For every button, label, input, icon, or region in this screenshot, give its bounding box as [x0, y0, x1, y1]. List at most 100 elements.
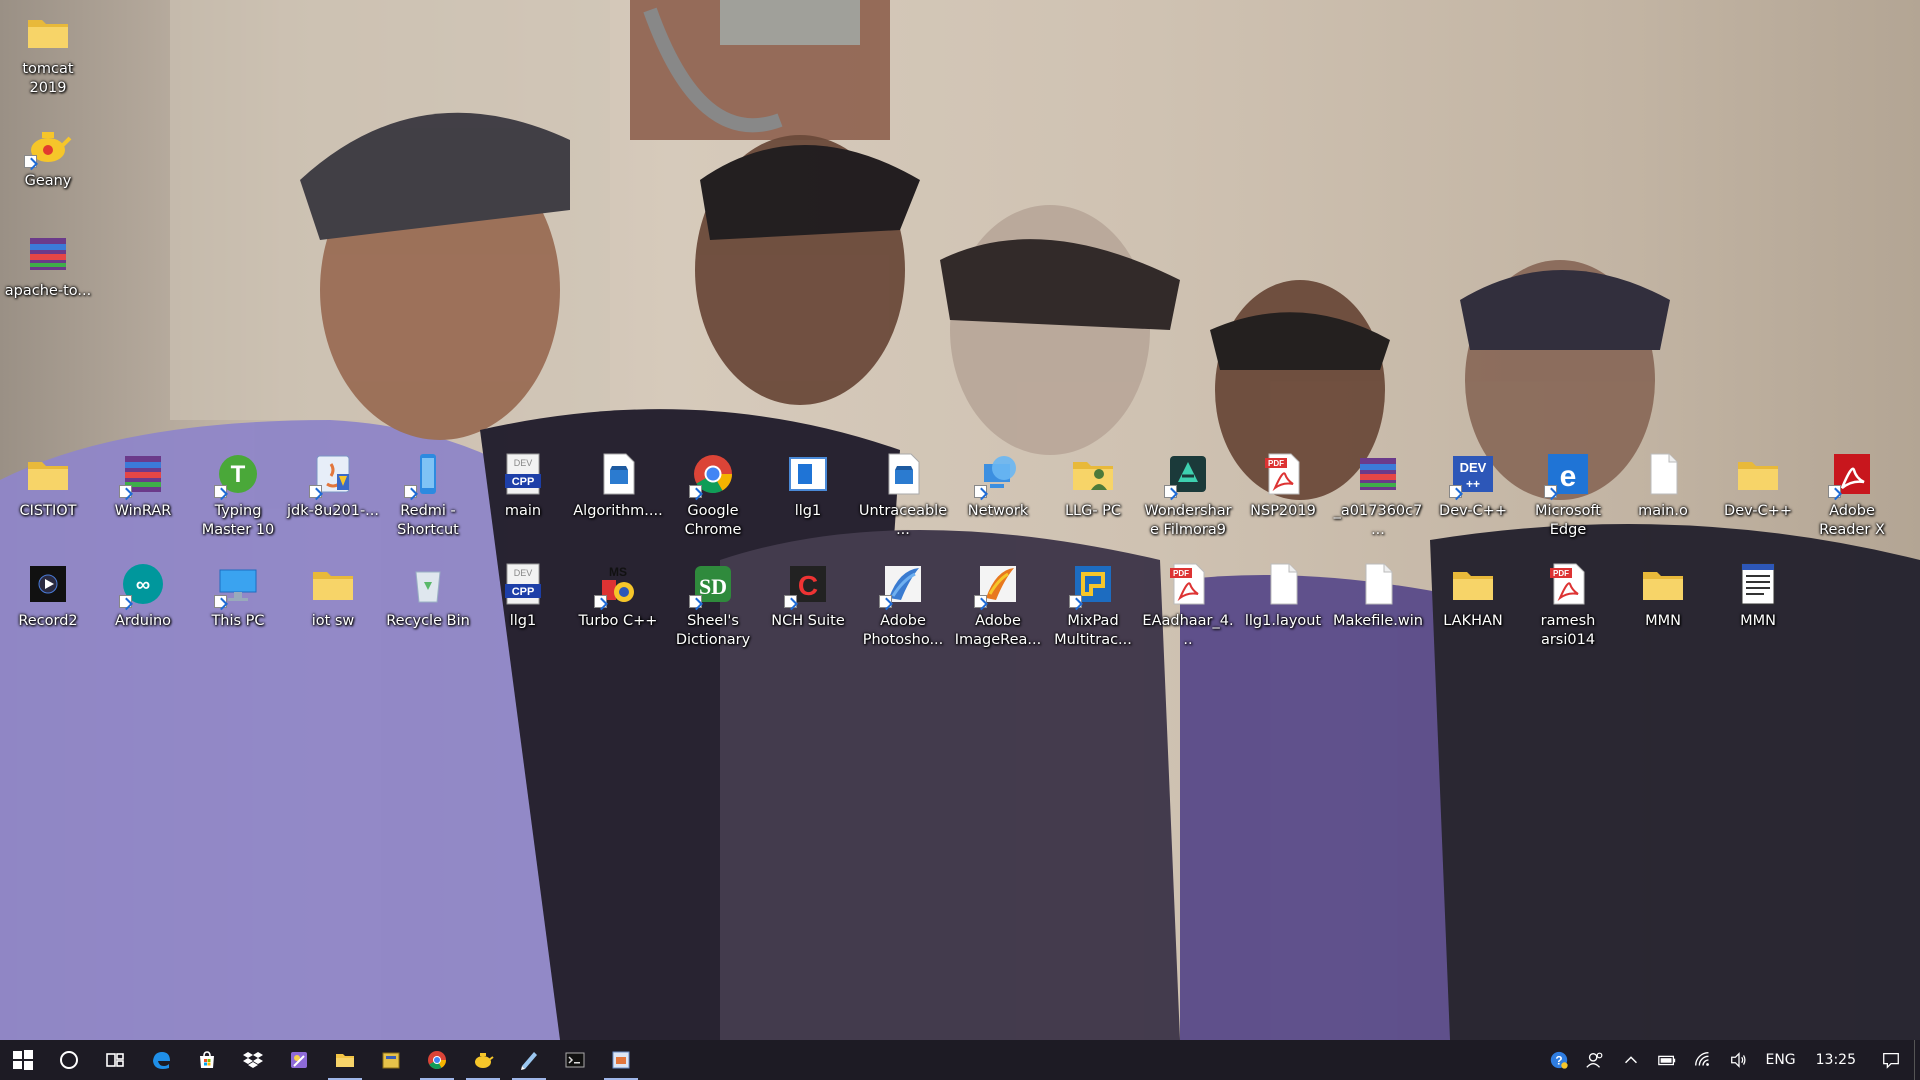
desktop-icon[interactable]: _a017360c7...	[1332, 450, 1424, 540]
blank-file-icon	[1639, 450, 1687, 498]
desktop-icon[interactable]: e Microsoft Edge	[1522, 450, 1614, 540]
desktop-icon[interactable]: DEV CPP main	[477, 450, 569, 521]
desktop-icon-label: Arduino	[114, 613, 172, 629]
desktop-icon[interactable]: iot sw	[287, 560, 379, 631]
desktop-icon[interactable]: tomcat 2019	[2, 8, 94, 98]
terminal-taskbar-button[interactable]	[552, 1040, 598, 1080]
volume-tray-item[interactable]	[1721, 1040, 1757, 1080]
desktop-icon[interactable]: MMN	[1617, 560, 1709, 631]
chevron-up-icon	[1625, 1056, 1638, 1064]
desktop-icon-label: llg1	[794, 503, 822, 519]
desktop-icon[interactable]: Recycle Bin	[382, 560, 474, 631]
archive-taskbar-button[interactable]	[368, 1040, 414, 1080]
desktop-icon[interactable]: C NCH Suite	[762, 560, 854, 631]
desktop-icon[interactable]: llg1.layout	[1237, 560, 1329, 631]
desktop-icon[interactable]: apache-to...	[2, 230, 94, 301]
people-tray-item[interactable]	[1577, 1040, 1613, 1080]
desktop-icon[interactable]: jdk-8u201-...	[287, 450, 379, 521]
desktop-icon[interactable]: Untraceable...	[857, 450, 949, 540]
desktop-icon[interactable]: T Typing Master 10	[192, 450, 284, 540]
desktop-icon[interactable]: Algorithm....	[572, 450, 664, 521]
desktop-icon[interactable]: ∞ Arduino	[97, 560, 189, 631]
desktop-icon-label: EAadhaar_4...	[1142, 613, 1234, 648]
adobe-reader-icon	[1828, 450, 1876, 498]
show-hidden-icons-button[interactable]	[1613, 1040, 1649, 1080]
media-file-icon	[24, 560, 72, 608]
installer-icon	[612, 1051, 630, 1069]
svg-text:++: ++	[1466, 477, 1480, 491]
folder-icon	[1639, 560, 1687, 608]
edge-icon	[153, 1052, 170, 1069]
battery-tray-item[interactable]	[1649, 1040, 1685, 1080]
desktop-icon[interactable]: Adobe ImageRea...	[952, 560, 1044, 650]
user-folder-icon	[1069, 450, 1117, 498]
desktop-icon[interactable]: PDF EAadhaar_4...	[1142, 560, 1234, 650]
desktop-icon[interactable]: Wondershare Filmora9	[1142, 450, 1234, 540]
geany-taskbar-button[interactable]	[460, 1040, 506, 1080]
mixpad-icon	[1069, 560, 1117, 608]
desktop-icon[interactable]: Google Chrome	[667, 450, 759, 540]
paint-icon	[291, 1052, 307, 1068]
desktop-icon-label: ramesh arsi014	[1540, 613, 1596, 648]
store-taskbar-button[interactable]	[184, 1040, 230, 1080]
shortcut-arrow-icon	[1449, 485, 1462, 498]
shortcut-arrow-icon	[24, 155, 37, 168]
system-tray: ? ENG 13:25	[1541, 1040, 1920, 1080]
desktop-icon-label: Untraceable...	[858, 503, 948, 538]
paint-taskbar-button[interactable]	[276, 1040, 322, 1080]
desktop-icon[interactable]: WinRAR	[97, 450, 189, 521]
desktop-icon[interactable]: main.o	[1617, 450, 1709, 521]
language-indicator[interactable]: ENG	[1757, 1040, 1803, 1080]
folder-icon	[309, 560, 357, 608]
desktop-icon[interactable]: DEV CPP llg1	[477, 560, 569, 631]
wifi-tray-item[interactable]	[1685, 1040, 1721, 1080]
taskbar: ? ENG 13:25	[0, 1040, 1920, 1080]
desktop-icon[interactable]: Geany	[2, 120, 94, 191]
desktop-icon[interactable]: Network	[952, 450, 1044, 521]
desktop-icon[interactable]: Redmi - Shortcut	[382, 450, 474, 540]
desktop-icon-label: Wondershare Filmora9	[1144, 503, 1232, 538]
desktop-icon[interactable]: Adobe Photosho...	[857, 560, 949, 650]
desktop-icon[interactable]: Adobe Reader X	[1806, 450, 1898, 540]
desktop-icon[interactable]: LLG- PC	[1047, 450, 1139, 521]
desktop-icon-label: llg1.layout	[1244, 613, 1322, 629]
desktop-icon[interactable]: Dev-C++	[1712, 450, 1804, 521]
desktop-icon[interactable]: CISTIOT	[2, 450, 94, 521]
shortcut-arrow-icon	[1544, 485, 1557, 498]
desktop-icon[interactable]: SD Sheel's Dictionary	[667, 560, 759, 650]
desktop-icon[interactable]: PDF ramesh arsi014	[1522, 560, 1614, 650]
desktop-icon[interactable]: Record2	[2, 560, 94, 631]
desktop-icon[interactable]: This PC	[192, 560, 284, 631]
cortana-button[interactable]	[46, 1040, 92, 1080]
desktop-icon[interactable]: LAKHAN	[1427, 560, 1519, 631]
chrome-taskbar-button[interactable]	[414, 1040, 460, 1080]
desktop-icon-label: LAKHAN	[1443, 613, 1503, 629]
installer-taskbar-button[interactable]	[598, 1040, 644, 1080]
desktop-icon[interactable]: llg1	[762, 450, 854, 521]
desktop-icon[interactable]: MMN	[1712, 560, 1804, 631]
desktop-icon-label: Network	[967, 503, 1029, 519]
shortcut-arrow-icon	[689, 595, 702, 608]
desktop-icon[interactable]: MS Turbo C++	[572, 560, 664, 631]
explorer-taskbar-button[interactable]	[322, 1040, 368, 1080]
desktop-icon[interactable]: DEV ++ Dev-C++	[1427, 450, 1519, 521]
desktop-icon[interactable]: Makefile.win	[1332, 560, 1424, 631]
folder-icon	[1449, 560, 1497, 608]
java-installer-icon	[309, 450, 357, 498]
desktop-icon[interactable]: PDF NSP2019	[1237, 450, 1329, 521]
edge-taskbar-button[interactable]	[138, 1040, 184, 1080]
help-tray-item[interactable]: ?	[1541, 1040, 1577, 1080]
task-view-button[interactable]	[92, 1040, 138, 1080]
desktop-icon-label: Recycle Bin	[386, 613, 470, 629]
clock[interactable]: 13:25	[1804, 1040, 1868, 1080]
dropbox-taskbar-button[interactable]	[230, 1040, 276, 1080]
desktop-icon[interactable]: MixPad Multitrac...	[1047, 560, 1139, 650]
notepad-taskbar-button[interactable]	[506, 1040, 552, 1080]
action-center-button[interactable]	[1868, 1040, 1914, 1080]
desktop-icon-label: jdk-8u201-...	[287, 503, 380, 519]
show-desktop-button[interactable]	[1914, 1040, 1920, 1080]
svg-text:PDF: PDF	[1268, 459, 1284, 468]
start-button[interactable]	[0, 1040, 46, 1080]
desktop-icon-label: iot sw	[311, 613, 355, 629]
wifi-icon	[1695, 1052, 1710, 1066]
